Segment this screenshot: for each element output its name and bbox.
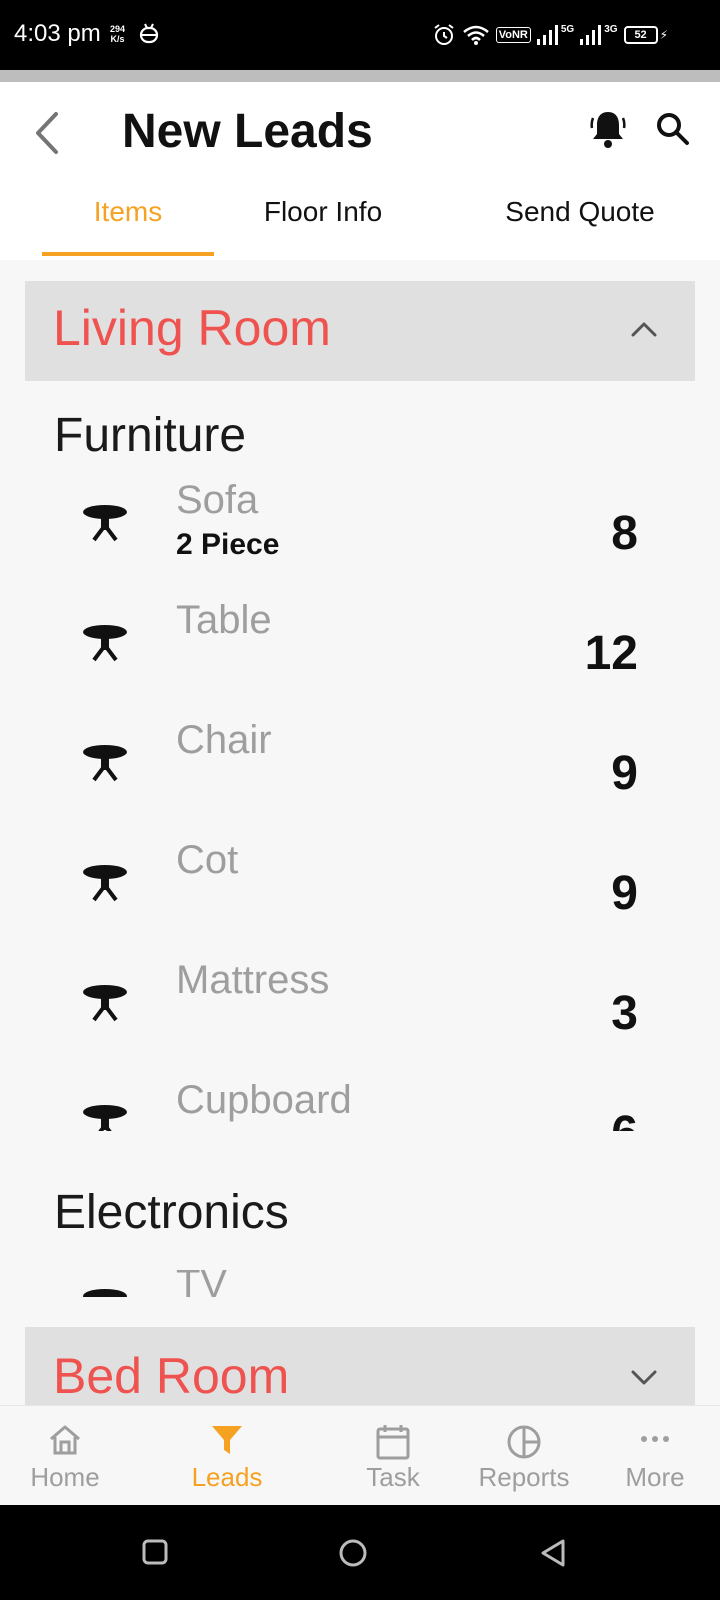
table-icon bbox=[83, 1289, 127, 1297]
top-divider bbox=[0, 70, 720, 82]
search-icon[interactable] bbox=[656, 112, 690, 146]
list-item-clip: TV 2 bbox=[0, 1270, 720, 1297]
list-item[interactable]: Cupboard 6 bbox=[0, 1078, 720, 1131]
network-speed-value: 294 bbox=[110, 24, 126, 34]
network-type-2: 3G bbox=[604, 23, 618, 35]
item-name: TV bbox=[176, 1270, 228, 1297]
nav-task-label: Task bbox=[366, 1462, 420, 1492]
nav-more[interactable]: More bbox=[604, 1406, 706, 1506]
robot-icon bbox=[139, 23, 159, 44]
system-nav-bar bbox=[0, 1505, 720, 1600]
calendar-icon bbox=[376, 1425, 410, 1460]
nav-home-label: Home bbox=[30, 1462, 100, 1492]
item-detail: 2 Piece bbox=[176, 528, 280, 561]
item-quantity: 3 bbox=[611, 987, 638, 1040]
table-icon bbox=[83, 865, 127, 902]
status-time: 4:03 pm bbox=[14, 20, 101, 47]
list-item[interactable]: Table 12 bbox=[0, 598, 720, 718]
charging-icon: ⚡ bbox=[659, 28, 668, 42]
item-name: Cot bbox=[176, 838, 239, 882]
item-quantity: 8 bbox=[611, 507, 638, 560]
nav-home[interactable]: Home bbox=[14, 1406, 116, 1506]
item-name: Cupboard bbox=[176, 1078, 352, 1122]
tab-items[interactable]: Items bbox=[42, 196, 214, 228]
table-icon bbox=[83, 625, 127, 662]
filter-icon bbox=[212, 1426, 242, 1454]
signal-icon-2 bbox=[580, 25, 602, 45]
nav-reports-label: Reports bbox=[478, 1462, 570, 1492]
active-tab-indicator bbox=[42, 252, 214, 256]
back-icon[interactable] bbox=[30, 110, 66, 156]
nav-leads[interactable]: Leads bbox=[176, 1406, 278, 1506]
item-name: Table bbox=[176, 598, 272, 642]
table-icon bbox=[83, 745, 127, 782]
network-type-1: 5G bbox=[560, 23, 575, 35]
signal-icon bbox=[536, 25, 558, 45]
list-item[interactable]: Cot 9 bbox=[0, 838, 720, 958]
wifi-icon bbox=[462, 25, 489, 45]
home-circle-icon[interactable] bbox=[339, 1539, 367, 1567]
item-quantity: 2 bbox=[518, 1290, 638, 1297]
list-item[interactable]: Sofa 2 Piece 8 bbox=[0, 478, 720, 598]
more-icon bbox=[641, 1436, 669, 1442]
table-icon bbox=[83, 1105, 127, 1131]
list-item[interactable]: TV 2 bbox=[0, 1270, 720, 1297]
alarm-icon bbox=[434, 24, 454, 45]
chevron-down-icon[interactable] bbox=[629, 1365, 659, 1389]
table-icon bbox=[83, 505, 127, 542]
vonr-badge: VoNR bbox=[495, 27, 531, 43]
tab-send-quote[interactable]: Send Quote bbox=[460, 196, 700, 228]
nav-more-label: More bbox=[625, 1462, 685, 1492]
list-item[interactable]: Mattress 3 bbox=[0, 958, 720, 1078]
list-item[interactable]: Chair 9 bbox=[0, 718, 720, 838]
network-speed-unit: K/s bbox=[110, 34, 125, 44]
home-icon bbox=[50, 1425, 80, 1455]
page-title: New Leads bbox=[122, 105, 373, 158]
room-title: Bed Room bbox=[53, 1348, 290, 1404]
table-icon bbox=[83, 985, 127, 1022]
status-bar: 4:03 pm 294 K/s VoNR 5G 3G 52 ⚡ bbox=[0, 0, 720, 70]
category-title: Furniture bbox=[54, 409, 247, 462]
chevron-up-icon[interactable] bbox=[629, 317, 659, 341]
item-name: Mattress bbox=[176, 958, 330, 1002]
bottom-nav: Home Leads Task Reports More bbox=[0, 1405, 720, 1505]
nav-reports[interactable]: Reports bbox=[464, 1406, 584, 1506]
tab-floor-info[interactable]: Floor Info bbox=[238, 196, 408, 228]
room-header-living-room[interactable]: Living Room bbox=[25, 281, 695, 381]
items-list: Living Room Furniture Sofa 2 Piece 8 Tab… bbox=[0, 260, 720, 1405]
nav-task[interactable]: Task bbox=[342, 1406, 444, 1506]
item-quantity: 9 bbox=[611, 747, 638, 800]
battery-icon: 52 bbox=[623, 26, 658, 44]
item-name: Sofa bbox=[176, 478, 259, 522]
recents-icon[interactable] bbox=[142, 1539, 168, 1565]
list-item-clip: Cupboard 6 bbox=[0, 1078, 720, 1131]
room-title: Living Room bbox=[53, 300, 331, 356]
back-triangle-icon[interactable] bbox=[540, 1539, 566, 1567]
pie-chart-icon bbox=[507, 1425, 541, 1459]
app-header: New Leads Items Floor Info Send Quote bbox=[0, 82, 720, 260]
bell-icon[interactable] bbox=[588, 108, 628, 150]
category-title: Electronics bbox=[54, 1186, 289, 1239]
item-name: Chair bbox=[176, 718, 272, 762]
item-quantity: 12 bbox=[584, 627, 638, 680]
item-quantity: 6 bbox=[518, 1106, 638, 1131]
room-header-bed-room[interactable]: Bed Room bbox=[25, 1327, 695, 1405]
item-quantity: 9 bbox=[611, 867, 638, 920]
network-speed: 294 K/s bbox=[110, 24, 125, 44]
status-icons: VoNR 5G 3G 52 ⚡ bbox=[432, 22, 668, 48]
nav-leads-label: Leads bbox=[191, 1462, 263, 1492]
